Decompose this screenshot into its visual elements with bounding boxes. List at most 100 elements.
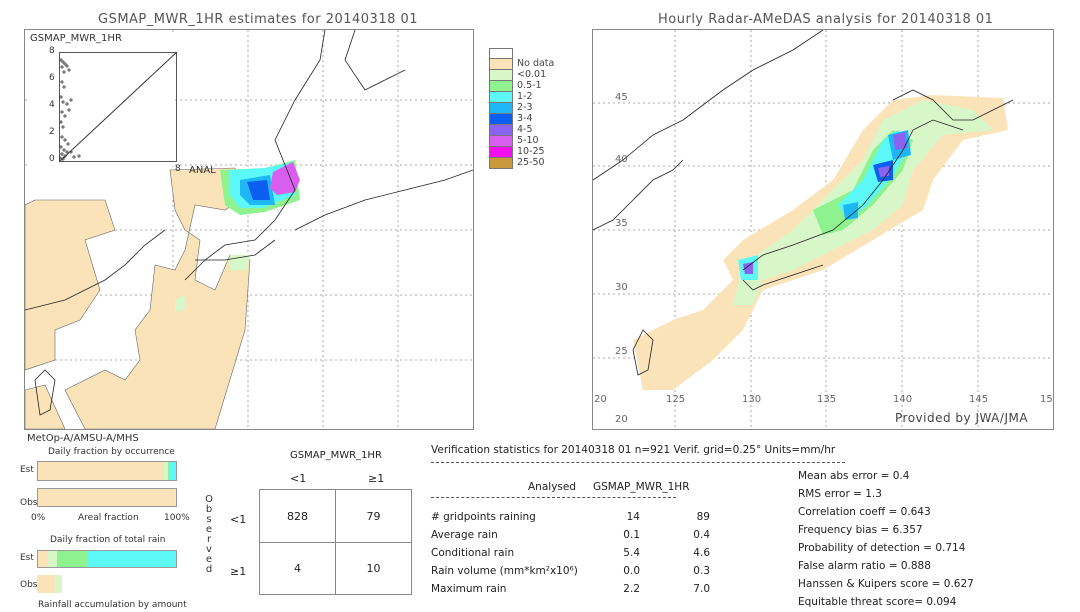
stat-label: Conditional rain (431, 547, 515, 559)
bar-segment (37, 575, 55, 593)
bar-segment (38, 489, 175, 506)
occurrence-title: Daily fraction by occurrence (48, 447, 175, 457)
bar-segment (38, 462, 164, 480)
axis-left: 0% (31, 513, 46, 523)
lon-tick: 125 (666, 394, 686, 405)
legend-swatch (489, 92, 513, 103)
est-label: Est (20, 465, 34, 475)
stats-header: Verification statistics for 20140318 01 … (431, 444, 836, 456)
legend-label: 25-50 (517, 157, 545, 168)
col-header: ≥1 (368, 472, 385, 485)
row-header: <1 (230, 513, 247, 526)
legend-swatch (489, 147, 513, 158)
legend-label: 3-4 (517, 113, 533, 124)
legend-label: No data (517, 58, 555, 69)
lon-tick: 140 (893, 394, 913, 405)
stat-label: Rain volume (mm*km²x10⁶) (431, 565, 578, 577)
stat-analysed: 0.1 (623, 529, 640, 541)
scatter-label: GSMAP_MWR_1HR (30, 33, 122, 44)
bar-segment (38, 551, 48, 567)
y-tick: 0 (49, 154, 55, 164)
axis-right: 100% (164, 513, 190, 523)
right-map-panel: 45 40 35 30 25 20 125 130 135 140 145 15… (592, 29, 1054, 430)
est-label-2: Est (20, 553, 34, 563)
lon-tick: 15 (1040, 394, 1053, 405)
legend-swatch (489, 59, 513, 70)
y-tick: 8 (49, 46, 55, 56)
bar-segment (57, 551, 88, 567)
rain-obs-bar (37, 575, 175, 593)
observed-letter: d (205, 564, 213, 575)
lat-tick: 30 (615, 282, 628, 293)
accum-title: Rainfall accumulation by amount (38, 600, 187, 610)
x-tick: 8 (175, 164, 181, 174)
legend-swatch (489, 70, 513, 81)
stat-analysed: 14 (626, 511, 640, 523)
bar-segment (87, 551, 176, 567)
legend-swatch (489, 103, 513, 114)
score-line: Equitable threat score= 0.094 (798, 596, 957, 608)
score-line: RMS error = 1.3 (798, 488, 882, 500)
rain-title: Daily fraction of total rain (50, 535, 166, 545)
obs-label-2: Obs (20, 580, 38, 590)
cell-value: 4 (294, 562, 301, 575)
legend-swatch (489, 81, 513, 92)
right-map-svg (593, 30, 1053, 429)
legend-label: 5-10 (517, 135, 539, 146)
score-line: Hanssen & Kuipers score = 0.627 (798, 578, 974, 590)
contingency-table: 828 79 4 10 (259, 489, 412, 595)
lon-tick: 20 (594, 394, 607, 405)
cell-value: 828 (287, 510, 308, 523)
col-header: <1 (290, 472, 307, 485)
legend-swatch (489, 114, 513, 125)
score-line: False alarm ratio = 0.888 (798, 560, 931, 572)
radar-precip (633, 95, 1008, 390)
stat-gsmap: 7.0 (693, 583, 710, 595)
legend-swatch (489, 136, 513, 147)
stat-label: Maximum rain (431, 583, 507, 595)
lat-tick: 40 (615, 154, 628, 165)
stat-gsmap: 89 (696, 511, 710, 523)
lat-tick: 35 (615, 218, 628, 229)
no-data-region (25, 167, 251, 429)
col-analysed: Analysed (528, 481, 576, 493)
lon-tick: 135 (817, 394, 837, 405)
bar-segment (170, 462, 176, 480)
axis-mid: Areal fraction (78, 513, 139, 523)
score-line: Mean abs error = 0.4 (798, 470, 910, 482)
divider (431, 497, 676, 498)
score-line: Frequency bias = 6.357 (798, 524, 923, 536)
legend-swatch (489, 48, 513, 59)
obs-label: Obs (20, 498, 38, 508)
stat-label: # gridpoints raining (431, 511, 536, 523)
lat-tick: 45 (615, 92, 628, 103)
col-gsmap: GSMAP_MWR_1HR (593, 481, 690, 493)
bar-segment (47, 551, 58, 567)
lon-tick: 145 (969, 394, 989, 405)
observed-label: Observed (204, 495, 214, 575)
lon-tick: 130 (742, 394, 762, 405)
lat-tick: 25 (615, 346, 628, 357)
stat-analysed: 2.2 (623, 583, 640, 595)
stat-label: Average rain (431, 529, 498, 541)
stat-gsmap: 0.3 (693, 565, 710, 577)
left-map-title: GSMAP_MWR_1HR estimates for 20140318 01 (98, 12, 419, 27)
scatter-inset: GSMAP_MWR_1HR 8 6 4 2 0 (27, 32, 177, 166)
legend-label: 4-5 (517, 124, 533, 135)
y-tick: 4 (49, 100, 55, 110)
stat-analysed: 0.0 (623, 565, 640, 577)
score-line: Correlation coeff = 0.643 (798, 506, 931, 518)
divider (431, 462, 845, 463)
lat-tick: 20 (615, 414, 628, 425)
contingency-title: GSMAP_MWR_1HR (290, 450, 382, 461)
credit-text: Provided by JWA/JMA (895, 411, 1029, 425)
cell-value: 10 (366, 562, 381, 575)
legend-label: 1-2 (517, 91, 533, 102)
legend-label: 0.5-1 (517, 80, 542, 91)
legend-label: <0.01 (517, 69, 547, 80)
satellite-label: MetOp-A/AMSU-A/MHS (27, 433, 139, 444)
legend-swatch (489, 158, 513, 169)
left-map-panel: GSMAP_MWR_1HR 8 6 4 2 0 8 ANAL (24, 29, 474, 430)
score-line: Probability of detection = 0.714 (798, 542, 966, 554)
legend-label: 2-3 (517, 102, 533, 113)
